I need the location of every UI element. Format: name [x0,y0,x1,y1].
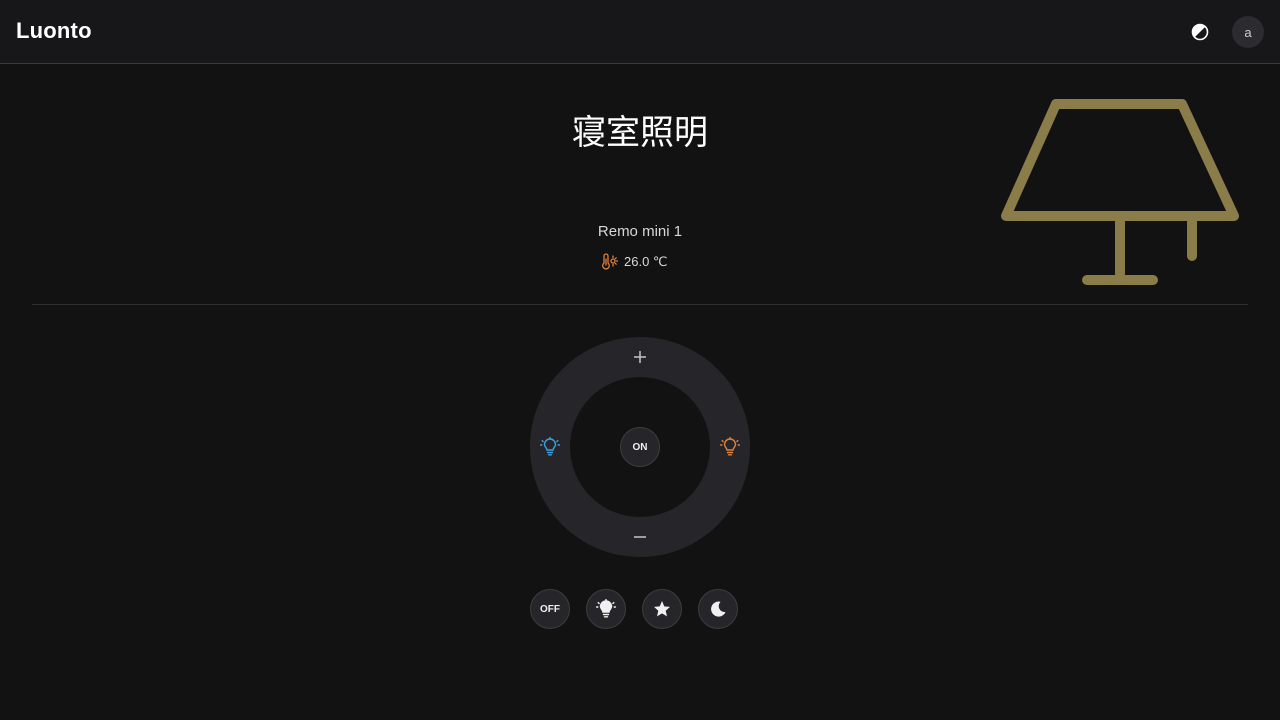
bulb-warm-icon [720,437,740,456]
brightness-down-button[interactable] [625,522,655,552]
light-control-dial: ON [530,337,750,557]
bulb-cool-icon [540,437,560,456]
thermometer-sun-icon [602,253,618,270]
theme-toggle-button[interactable] [1184,16,1216,48]
moon-icon [711,601,726,617]
plus-icon [634,351,646,363]
lamp-icon [1001,99,1239,285]
temperature-value: 26.0 ℃ [624,254,668,269]
device-name: Remo mini 1 [597,223,683,240]
power-off-button[interactable]: OFF [530,589,570,629]
warm-light-button[interactable] [715,432,745,462]
favorite-scene-button[interactable] [642,589,682,629]
bulb-full-icon [596,599,616,618]
star-icon [654,601,670,617]
user-avatar-button[interactable]: a [1232,16,1264,48]
power-on-button[interactable]: ON [620,427,660,467]
top-app-bar: Luonto a [0,0,1280,64]
contrast-icon [1191,23,1209,41]
brightness-up-button[interactable] [625,342,655,372]
minus-icon [634,536,646,538]
temperature-readout: 26.0 ℃ [600,252,680,272]
brand-logo[interactable]: Luonto [16,18,92,44]
section-divider [32,304,1248,305]
cool-light-button[interactable] [535,432,565,462]
night-light-button[interactable] [698,589,738,629]
full-brightness-button[interactable] [586,589,626,629]
